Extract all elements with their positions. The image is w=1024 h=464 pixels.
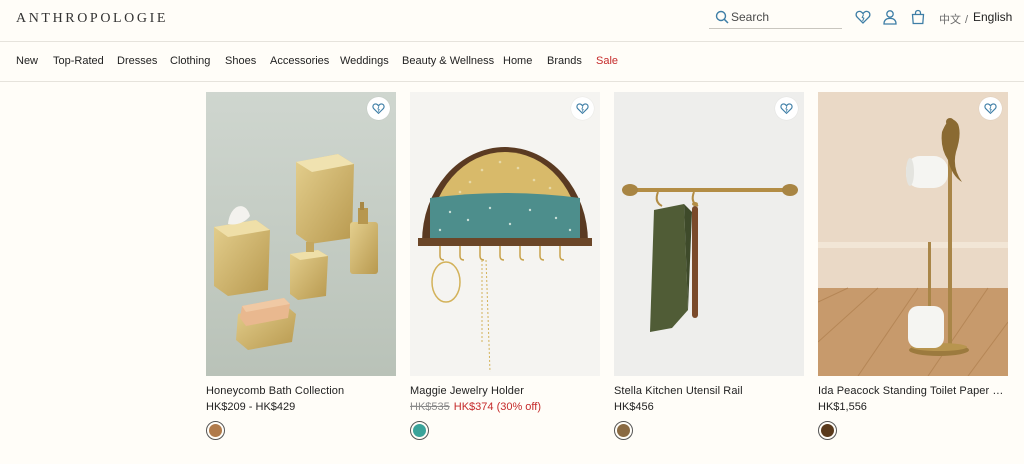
bag-icon[interactable] xyxy=(910,9,926,25)
nav-item-accessories[interactable]: Accessories xyxy=(270,55,329,67)
site-logo[interactable]: ANTHROPOLOGIE xyxy=(16,11,168,27)
main-nav: New Top-Rated Dresses Clothing Shoes Acc… xyxy=(0,42,1024,82)
language-chinese[interactable]: 中文 xyxy=(939,14,961,26)
product-photo-toilet-paper-holder xyxy=(818,92,1008,376)
product-name[interactable]: Stella Kitchen Utensil Rail xyxy=(614,385,804,397)
nav-item-clothing[interactable]: Clothing xyxy=(170,55,210,67)
product-photo-utensil-rail xyxy=(614,92,804,376)
color-swatch[interactable] xyxy=(410,421,429,440)
search-bar[interactable] xyxy=(709,6,842,29)
nav-item-top-rated[interactable]: Top-Rated xyxy=(53,55,104,67)
swatch-fill xyxy=(413,424,426,437)
swatch-fill xyxy=(821,424,834,437)
heart-icon xyxy=(372,103,385,115)
wishlist-button[interactable] xyxy=(775,97,798,120)
product-image[interactable] xyxy=(614,92,804,376)
color-swatch[interactable] xyxy=(206,421,225,440)
nav-item-new[interactable]: New xyxy=(16,55,38,67)
product-image[interactable] xyxy=(410,92,600,376)
product-image[interactable] xyxy=(206,92,396,376)
color-swatch[interactable] xyxy=(614,421,633,440)
nav-item-dresses[interactable]: Dresses xyxy=(117,55,157,67)
product-photo-jewelry-holder xyxy=(410,92,600,376)
wishlist-button[interactable] xyxy=(367,97,390,120)
heart-icon xyxy=(780,103,793,115)
product-photo-bath-set xyxy=(206,92,396,376)
sale-price: HK$374 (30% off) xyxy=(453,401,542,413)
product-name[interactable]: Maggie Jewelry Holder xyxy=(410,385,600,397)
product-image[interactable] xyxy=(818,92,1008,376)
nav-item-home[interactable]: Home xyxy=(503,55,532,67)
user-icon[interactable] xyxy=(882,9,898,25)
swatch-fill xyxy=(209,424,222,437)
heart-icon xyxy=(576,103,589,115)
site-header: ANTHROPOLOGIE 中文 / English xyxy=(0,0,1024,42)
swatch-fill xyxy=(617,424,630,437)
original-price: HK$535 xyxy=(410,401,450,413)
language-separator: / xyxy=(965,14,969,26)
heart-icon[interactable] xyxy=(855,9,871,25)
nav-item-shoes[interactable]: Shoes xyxy=(225,55,256,67)
product-price: HK$535 HK$374 (30% off) xyxy=(410,401,541,413)
search-icon[interactable] xyxy=(715,10,729,24)
heart-icon xyxy=(984,103,997,115)
nav-item-weddings[interactable]: Weddings xyxy=(340,55,389,67)
product-price: HK$209 - HK$429 xyxy=(206,401,296,413)
product-price: HK$456 xyxy=(614,401,654,413)
product-price: HK$1,556 xyxy=(818,401,867,413)
wishlist-button[interactable] xyxy=(571,97,594,120)
color-swatch[interactable] xyxy=(818,421,837,440)
language-switcher: 中文 / English xyxy=(939,10,1012,27)
nav-item-sale[interactable]: Sale xyxy=(596,55,618,67)
nav-item-brands[interactable]: Brands xyxy=(547,55,582,67)
language-english[interactable]: English xyxy=(973,10,1012,24)
nav-item-beauty-wellness[interactable]: Beauty & Wellness xyxy=(402,55,494,67)
product-name[interactable]: Ida Peacock Standing Toilet Paper Holder xyxy=(818,385,1008,397)
product-name[interactable]: Honeycomb Bath Collection xyxy=(206,385,396,397)
wishlist-button[interactable] xyxy=(979,97,1002,120)
search-input[interactable] xyxy=(731,8,836,26)
